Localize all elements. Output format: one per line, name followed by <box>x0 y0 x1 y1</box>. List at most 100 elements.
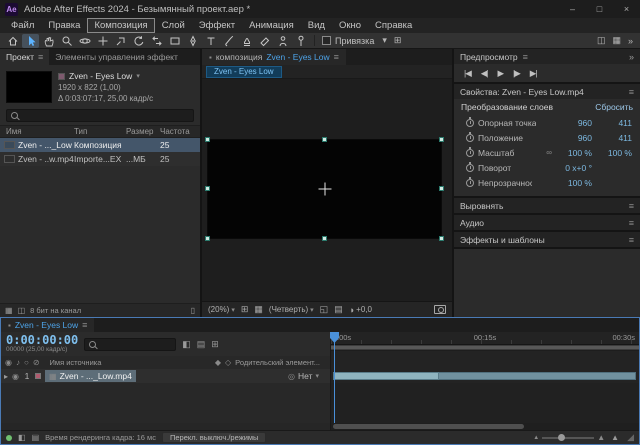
pickwhip-icon[interactable]: ◎ <box>288 372 295 381</box>
column-name[interactable]: Имя <box>0 127 74 136</box>
workspace-icon-b[interactable]: ▦ <box>609 35 624 46</box>
menu-edit[interactable]: Правка <box>41 18 87 33</box>
property-value[interactable]: 0 х+0 ° <box>540 163 592 173</box>
property-value-x[interactable]: 100 % <box>556 148 592 158</box>
zoom-in-mountain-icon[interactable]: ▲ <box>597 433 605 442</box>
pan-camera-tool-icon[interactable] <box>94 34 111 48</box>
rotation-tool-icon[interactable] <box>130 34 147 48</box>
snapshot-camera-icon[interactable] <box>434 305 446 314</box>
safe-zones-icon[interactable]: ⊞ <box>241 304 249 315</box>
roto-brush-tool-icon[interactable] <box>274 34 291 48</box>
home-tool-icon[interactable] <box>4 34 21 48</box>
playhead-line[interactable] <box>334 333 335 423</box>
zoom-out-mountain-icon[interactable]: ▲ <box>533 435 539 441</box>
link-icon[interactable]: ∞ <box>546 148 552 157</box>
audio-panel-title[interactable]: Аудио <box>460 218 484 228</box>
reset-link[interactable]: Сбросить <box>595 102 633 112</box>
layer-name-chip[interactable]: ▦ Zven - ..._Low.mp4 <box>45 370 136 382</box>
stopwatch-icon[interactable] <box>466 149 474 157</box>
fast-previews-icon[interactable]: ▤ <box>334 304 343 315</box>
pen-tool-icon[interactable] <box>184 34 201 48</box>
scroll-up-icon[interactable]: ▲ <box>611 433 619 442</box>
selection-handle[interactable] <box>322 236 327 241</box>
property-value-x[interactable]: 960 <box>556 133 592 143</box>
stopwatch-icon[interactable] <box>466 119 474 127</box>
panel-menu-icon[interactable]: ≡ <box>82 320 87 330</box>
menu-composition[interactable]: Композиция <box>87 18 154 33</box>
audio-icon[interactable]: ♪ <box>16 358 20 367</box>
project-row-footage[interactable]: Zven - ..w.mp4 Importe...EX ...МБ 25 <box>0 152 200 166</box>
timeline-layer-row[interactable]: ▸ ◉ 1 ▦ Zven - ..._Low.mp4 ◎ Нет ▾ <box>1 369 639 383</box>
work-area-bar[interactable] <box>331 345 639 351</box>
transparency-grid-icon[interactable]: ▦ <box>254 304 263 315</box>
menu-layer[interactable]: Слой <box>155 18 192 33</box>
menu-window[interactable]: Окно <box>332 18 368 33</box>
anchor-point-icon[interactable] <box>318 183 331 196</box>
type-tool-icon[interactable] <box>202 34 219 48</box>
menu-animation[interactable]: Анимация <box>242 18 301 33</box>
lock-icon[interactable]: ⊘ <box>33 358 40 367</box>
toggle-switches-modes-button[interactable]: Перекл. выключ./режимы <box>162 432 266 443</box>
selection-handle[interactable] <box>439 236 444 241</box>
property-value[interactable]: 100 % <box>540 178 592 188</box>
eye-icon[interactable]: ◉ <box>5 358 12 367</box>
trash-icon[interactable]: ▯ <box>191 306 195 315</box>
new-folder-icon[interactable]: ◫ <box>18 306 26 315</box>
panel-menu-icon[interactable]: ≡ <box>629 218 634 228</box>
column-type[interactable]: Тип <box>74 127 126 136</box>
layer-switches-icon[interactable]: ◆ <box>215 358 221 367</box>
panel-menu-icon[interactable]: ≡ <box>523 52 528 62</box>
transfer-modes-icon[interactable]: ◇ <box>225 358 231 367</box>
source-name-column[interactable]: Имя источника <box>50 358 102 367</box>
resize-grip-icon[interactable]: ◢ <box>627 432 634 443</box>
property-value-y[interactable]: 411 <box>596 118 632 128</box>
zoom-tool-icon[interactable] <box>58 34 75 48</box>
resolution-dropdown[interactable]: (Четверть) ▾ <box>269 305 314 314</box>
first-frame-icon[interactable]: |◀ <box>464 68 471 79</box>
solo-icon[interactable]: ○ <box>24 358 29 367</box>
close-button[interactable]: × <box>613 0 640 18</box>
transform-section-label[interactable]: Преобразование слоев <box>461 102 553 112</box>
timeline-search-box[interactable] <box>84 338 176 351</box>
tab-project[interactable]: Проект ≡ <box>0 49 49 65</box>
region-of-interest-icon[interactable]: ◱ <box>320 304 329 315</box>
hand-tool-icon[interactable] <box>40 34 57 48</box>
previous-frame-icon[interactable]: ◀| <box>481 68 488 79</box>
property-value-x[interactable]: 960 <box>556 118 592 128</box>
panel-menu-icon[interactable]: ≡ <box>38 52 43 62</box>
column-rate[interactable]: Частота <box>160 127 200 136</box>
last-frame-icon[interactable]: ▶| <box>530 68 537 79</box>
current-timecode[interactable]: 0:00:00:00 <box>6 334 78 346</box>
play-icon[interactable]: ▶ <box>498 68 504 79</box>
property-value-y[interactable]: 411 <box>596 133 632 143</box>
panel-menu-icon[interactable]: ≡ <box>629 87 634 97</box>
selection-handle[interactable] <box>439 137 444 142</box>
comp-name-caret-icon[interactable]: ▾ <box>136 72 140 80</box>
stopwatch-icon[interactable] <box>466 179 474 187</box>
tab-effect-controls[interactable]: Элементы управления эффект <box>49 49 184 65</box>
clone-stamp-tool-icon[interactable] <box>238 34 255 48</box>
horizontal-scrollbar-thumb[interactable] <box>333 424 524 429</box>
interpret-footage-icon[interactable]: ▦ <box>5 306 13 315</box>
project-search-box[interactable] <box>6 109 194 122</box>
exposure-control[interactable]: ◑ +0,0 <box>349 305 372 315</box>
menu-view[interactable]: Вид <box>301 18 332 33</box>
selection-handle[interactable] <box>205 186 210 191</box>
shape-tool-icon[interactable] <box>166 34 183 48</box>
layer-duration-bar-highlight[interactable] <box>333 372 439 380</box>
snap-options-icon[interactable]: ▾ <box>379 35 390 46</box>
panel-menu-icon[interactable]: ≡ <box>334 52 339 62</box>
parent-dropdown[interactable]: ◎ Нет ▾ <box>288 371 319 381</box>
workspace-icon-a[interactable]: ◫ <box>594 35 609 46</box>
magnification-dropdown[interactable]: (20%) ▾ <box>208 305 235 314</box>
bit-depth-label[interactable]: 8 бит на канал <box>30 306 81 315</box>
timeline-tab[interactable]: ▪ Zven - Eyes Low ≡ <box>1 318 94 332</box>
expand-layers-icon[interactable]: ◧ <box>18 433 26 442</box>
menu-help[interactable]: Справка <box>368 18 419 33</box>
grid-options-icon[interactable]: ⊞ <box>391 35 405 46</box>
layer-expander-icon[interactable]: ▸ <box>4 372 8 381</box>
parent-column[interactable]: Родительский элемент... <box>235 358 320 367</box>
timeline-search-input[interactable] <box>100 339 171 349</box>
layer-eye-icon[interactable]: ◉ <box>12 372 19 381</box>
stopwatch-icon[interactable] <box>466 164 474 172</box>
